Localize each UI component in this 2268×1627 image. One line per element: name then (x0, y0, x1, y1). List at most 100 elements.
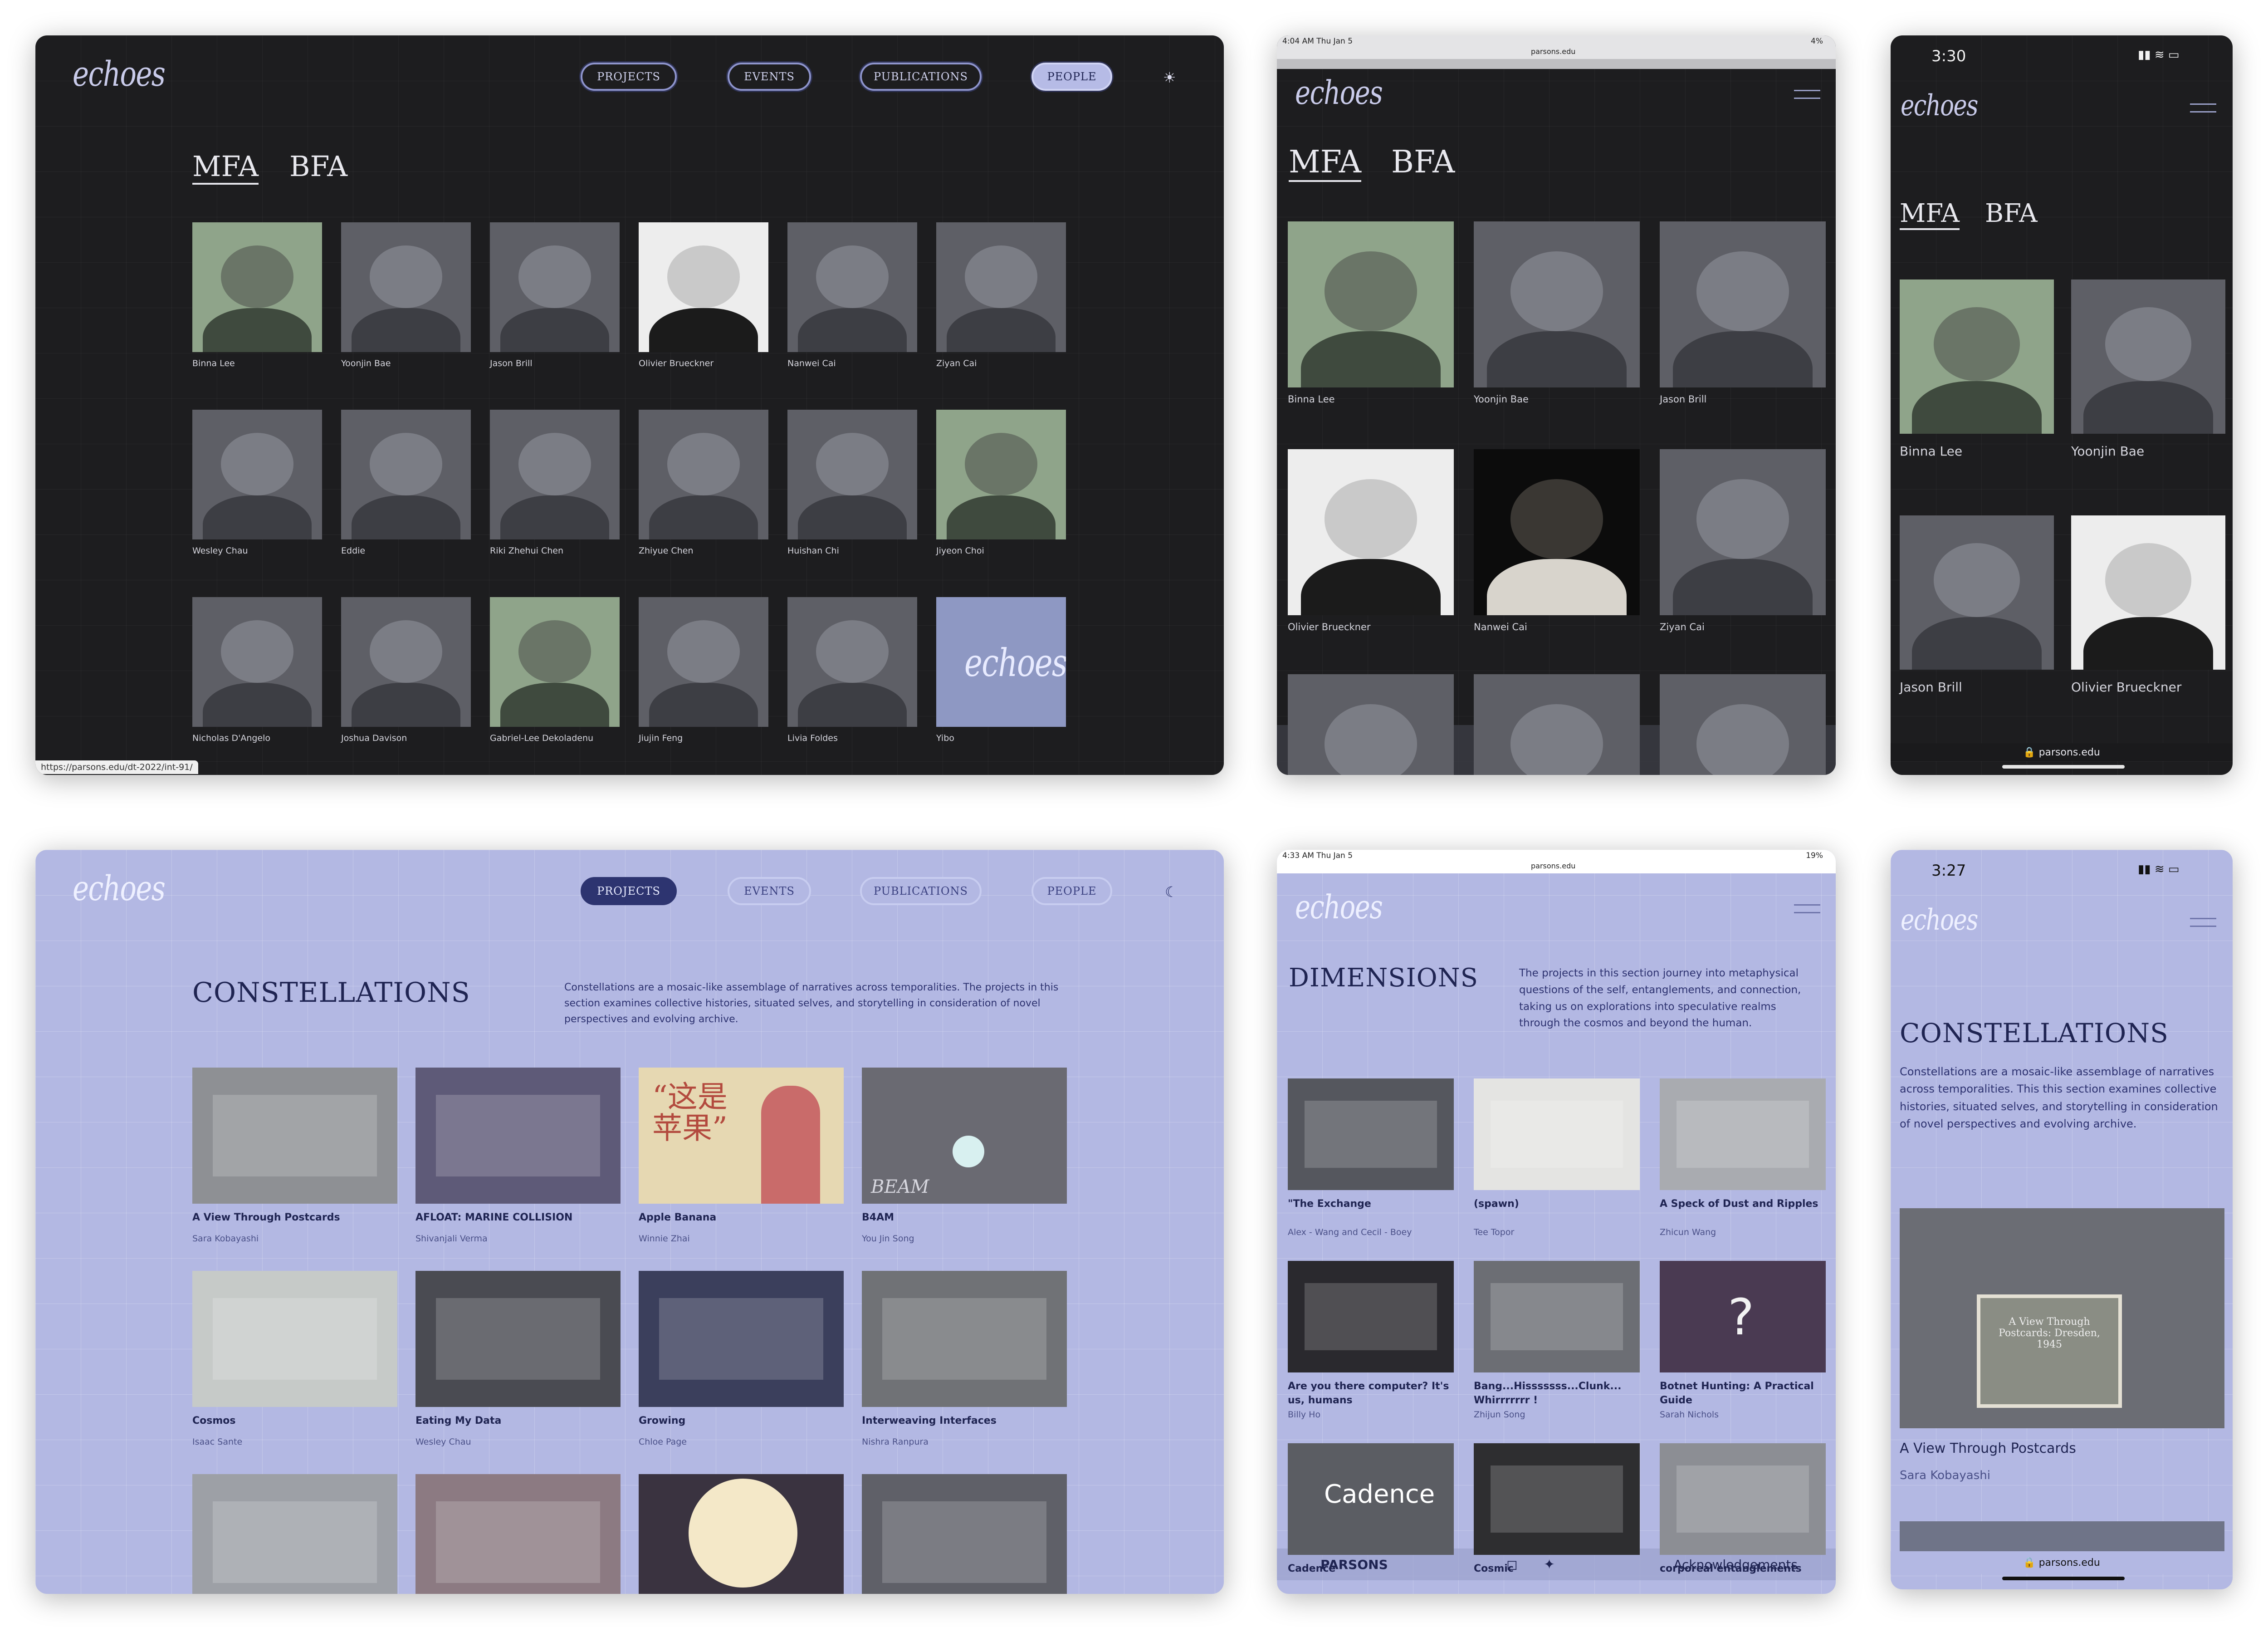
nav-events-button[interactable]: EVENTS (728, 63, 811, 91)
person-name[interactable]: Binna Lee (192, 358, 235, 368)
project-title[interactable]: B4AM (862, 1212, 894, 1223)
project-title[interactable]: A View Through Postcards (192, 1212, 340, 1223)
person-photo[interactable] (341, 410, 471, 539)
person-name[interactable]: Ziyan Cai (1660, 622, 1705, 632)
project-thumbnail[interactable] (862, 1474, 1067, 1594)
person-name[interactable]: Zhiyue Chen (639, 546, 693, 556)
person-photo[interactable] (936, 222, 1066, 352)
person-name[interactable]: Olivier Brueckner (2071, 680, 2181, 695)
person-name[interactable]: Yoonjin Bae (341, 358, 391, 368)
project-thumbnail[interactable] (1474, 1261, 1640, 1372)
moon-icon[interactable]: ☾ (1165, 883, 1178, 901)
person-photo[interactable] (1288, 449, 1454, 615)
project-author[interactable]: Billy Ho (1288, 1410, 1320, 1420)
project-author[interactable]: Zhicun Wang (1660, 1227, 1716, 1237)
person-name[interactable]: Eddie (341, 546, 365, 556)
person-photo[interactable] (1288, 674, 1454, 775)
tab-mfa[interactable]: MFA (1289, 144, 1362, 182)
person-photo[interactable] (1474, 674, 1640, 775)
person-photo[interactable] (490, 410, 620, 539)
project-title[interactable]: A View Through Postcards (1900, 1441, 2076, 1456)
project-thumbnail[interactable]: A View Through Postcards: Dresden, 1945 (1900, 1208, 2224, 1428)
project-thumbnail[interactable]: Cadence (1288, 1443, 1454, 1555)
person-name[interactable]: Wesley Chau (192, 546, 248, 556)
person-photo[interactable] (936, 410, 1066, 539)
person-name[interactable]: Jiyeon Choi (936, 546, 984, 556)
person-photo[interactable] (341, 222, 471, 352)
project-author[interactable]: Nishra Ranpura (862, 1437, 929, 1447)
person-name[interactable]: Yoonjin Bae (1474, 394, 1529, 405)
person-name[interactable]: Nicholas D'Angelo (192, 733, 270, 743)
project-title[interactable]: Are you there computer? It's us, humans (1288, 1380, 1454, 1408)
echoes-logo[interactable]: echoes (73, 54, 166, 94)
person-name[interactable]: Joshua Davison (341, 733, 407, 743)
project-title[interactable]: (spawn) (1474, 1197, 1640, 1211)
project-title[interactable]: Interweaving Interfaces (862, 1415, 997, 1426)
project-author[interactable]: Wesley Chau (415, 1437, 471, 1447)
project-thumbnail[interactable]: “这是 苹果” (639, 1068, 844, 1204)
project-author[interactable]: Chloe Page (639, 1437, 687, 1447)
url-bar[interactable]: parsons.edu (1531, 47, 1575, 56)
person-name[interactable]: Binna Lee (1288, 394, 1335, 405)
project-author[interactable]: You Jin Song (862, 1234, 914, 1244)
tab-mfa[interactable]: MFA (1900, 199, 1960, 230)
menu-icon[interactable] (2190, 918, 2216, 927)
person-photo[interactable] (490, 597, 620, 727)
project-thumbnail[interactable] (639, 1271, 844, 1407)
project-title[interactable]: Bang...Hisssssss...Clunk... Whirrrrrrr ! (1474, 1380, 1640, 1408)
person-name[interactable]: Nanwei Cai (1474, 622, 1527, 632)
person-photo[interactable] (490, 222, 620, 352)
project-thumbnail[interactable] (1660, 1078, 1826, 1190)
person-photo[interactable] (192, 410, 322, 539)
project-thumbnail[interactable] (415, 1271, 621, 1407)
url-bar[interactable]: parsons.edu (1531, 862, 1575, 870)
project-title[interactable]: Eating My Data (415, 1415, 501, 1426)
echoes-logo[interactable]: echoes (1295, 888, 1383, 926)
person-photo[interactable] (1660, 449, 1826, 615)
person-photo[interactable] (1660, 221, 1826, 387)
project-title[interactable]: A Speck of Dust and Ripples (1660, 1197, 1826, 1211)
project-thumbnail[interactable]: BEAM (862, 1068, 1067, 1204)
project-author[interactable]: Isaac Sante (192, 1437, 242, 1447)
project-author[interactable]: Sara Kobayashi (1900, 1469, 1990, 1482)
url-bar[interactable]: 🔒 parsons.edu (1891, 743, 2233, 761)
project-author[interactable]: Sara Kobayashi (192, 1234, 259, 1244)
tab-bfa[interactable]: BFA (1985, 199, 2038, 228)
person-photo[interactable] (1288, 221, 1454, 387)
tab-bfa[interactable]: BFA (289, 150, 347, 183)
project-title[interactable]: "The Exchange (1288, 1197, 1454, 1211)
project-thumbnail[interactable] (1474, 1078, 1640, 1190)
project-thumbnail[interactable] (415, 1474, 621, 1594)
project-title[interactable]: Growing (639, 1415, 685, 1426)
person-photo[interactable] (639, 597, 768, 727)
url-bar[interactable]: 🔒 parsons.edu (1891, 1551, 2233, 1574)
person-photo[interactable] (192, 597, 322, 727)
person-photo[interactable] (341, 597, 471, 727)
project-thumbnail[interactable] (192, 1474, 397, 1594)
menu-icon[interactable] (2190, 103, 2216, 113)
person-name[interactable]: Jason Brill (1900, 680, 1962, 695)
person-photo[interactable] (1900, 279, 2054, 434)
sun-icon[interactable]: ☀ (1163, 69, 1176, 86)
project-title[interactable]: Botnet Hunting: A Practical Guide (1660, 1380, 1826, 1408)
project-thumbnail[interactable] (1660, 1443, 1826, 1555)
person-photo[interactable] (787, 410, 917, 539)
person-photo[interactable] (1900, 515, 2054, 670)
project-title[interactable]: Cadence (1288, 1562, 1454, 1576)
project-title[interactable]: corporeal entanglements (1660, 1562, 1826, 1576)
project-title[interactable]: Cosmos (192, 1415, 236, 1426)
nav-people-button[interactable]: PEOPLE (1031, 63, 1112, 91)
echoes-logo[interactable]: echoes (1901, 903, 1978, 937)
project-thumbnail[interactable] (639, 1474, 844, 1594)
person-photo[interactable] (1474, 449, 1640, 615)
person-name[interactable]: Livia Foldes (787, 733, 838, 743)
person-name[interactable]: Riki Zhehui Chen (490, 546, 563, 556)
project-author[interactable]: Zhijun Song (1474, 1410, 1525, 1420)
menu-icon[interactable] (1794, 90, 1820, 99)
project-thumbnail[interactable] (192, 1271, 397, 1407)
echoes-logo[interactable]: echoes (73, 868, 166, 908)
person-photo[interactable] (787, 222, 917, 352)
person-name[interactable]: Huishan Chi (787, 546, 839, 556)
project-thumbnail[interactable] (862, 1271, 1067, 1407)
person-name[interactable]: Gabriel-Lee Dekoladenu (490, 733, 593, 743)
